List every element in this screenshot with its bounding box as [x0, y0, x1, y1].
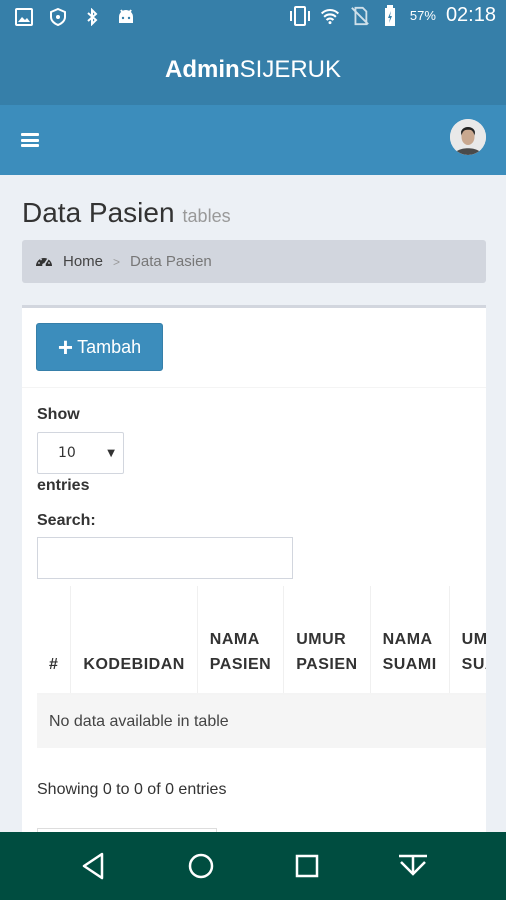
col-header-umur-suami[interactable]: UMUR SUAMI: [449, 586, 486, 695]
col-header-nama-suami[interactable]: NAMA SUAMI: [370, 586, 450, 695]
col-header-umur-pasien[interactable]: UMUR PASIEN: [283, 586, 371, 695]
home-icon[interactable]: [185, 850, 217, 882]
search-label: Search:: [37, 512, 96, 529]
data-box: + Tambah Show 10 ▼ entries Search: # KOD…: [22, 305, 486, 865]
entries-select[interactable]: 10 ▼: [37, 432, 124, 474]
box-header: + Tambah: [22, 308, 486, 388]
hide-keyboard-icon[interactable]: [397, 850, 429, 882]
vibrate-icon: [289, 5, 310, 26]
breadcrumb-current: Data Pasien: [130, 253, 212, 270]
menu-toggle-icon[interactable]: [21, 133, 39, 147]
page-title-text: Data Pasien: [22, 197, 175, 228]
table-row: No data available in table: [37, 694, 486, 748]
col-header-nama-pasien[interactable]: NAMA PASIEN: [197, 586, 285, 695]
battery-icon: [380, 4, 400, 26]
logo-bold: Admin: [164, 56, 240, 83]
empty-message: No data available in table: [37, 694, 486, 748]
table-info: Showing 0 to 0 of 0 entries: [37, 781, 227, 798]
logo-light: SIJERUK: [239, 56, 342, 83]
bluetooth-icon: [82, 7, 102, 27]
status-bar: 57% 02:18: [0, 0, 506, 35]
user-avatar[interactable]: [450, 119, 486, 155]
entries-select-value: 10: [58, 445, 76, 461]
col-header-number[interactable]: #: [37, 586, 72, 695]
top-navbar: [0, 105, 506, 175]
page-subtitle: tables: [182, 206, 231, 226]
battery-percent: 57%: [409, 8, 436, 23]
breadcrumb: Home > Data Pasien: [22, 240, 486, 283]
table-header-row: # KODEBIDAN NAMA PASIEN UMUR PASIEN NAMA…: [37, 586, 486, 695]
add-button[interactable]: + Tambah: [36, 323, 163, 371]
no-sim-icon: [350, 6, 370, 26]
add-button-label: Tambah: [77, 336, 142, 357]
app-logo[interactable]: Admin SIJERUK: [0, 35, 506, 105]
show-label: Show: [37, 406, 80, 423]
recents-icon[interactable]: [291, 850, 323, 882]
entries-label: entries: [37, 477, 90, 494]
table-scroll[interactable]: # KODEBIDAN NAMA PASIEN UMUR PASIEN NAMA…: [37, 586, 486, 748]
shield-icon: [48, 7, 68, 27]
col-header-kodebidan[interactable]: KODEBIDAN: [70, 586, 198, 695]
breadcrumb-separator: >: [113, 254, 121, 269]
system-nav-bar: [0, 832, 506, 900]
back-icon[interactable]: [78, 850, 110, 882]
page-title: Data Pasien tables: [22, 197, 231, 229]
image-icon: [14, 7, 34, 27]
caret-down-icon: ▼: [107, 448, 115, 459]
clock: 02:18: [445, 4, 496, 26]
dashboard-icon: [35, 253, 53, 271]
plus-icon: +: [57, 332, 74, 362]
patients-table: # KODEBIDAN NAMA PASIEN UMUR PASIEN NAMA…: [37, 586, 486, 748]
wifi-icon: [320, 6, 340, 26]
android-icon: [116, 7, 136, 27]
search-input[interactable]: [37, 537, 293, 579]
breadcrumb-home[interactable]: Home: [63, 253, 103, 270]
